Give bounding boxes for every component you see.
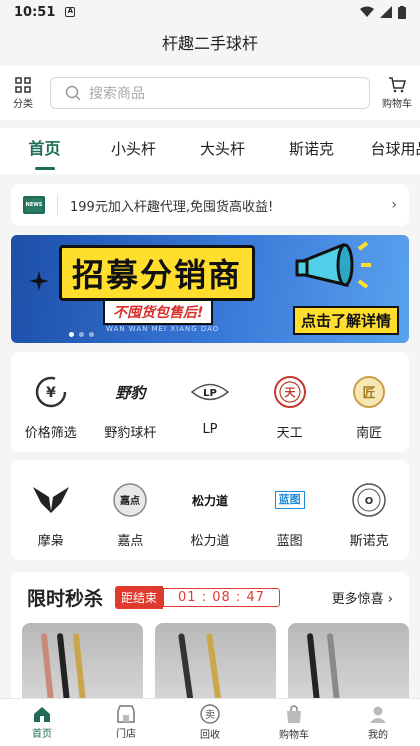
cart-label: 购物车: [382, 98, 412, 110]
divider: [57, 195, 58, 215]
tiangong-logo: 天: [268, 370, 312, 414]
price-filter-icon: ¥: [29, 370, 73, 414]
banner-title: 招募分销商: [59, 245, 256, 301]
more-surprises-link[interactable]: 更多惊喜 ›: [332, 588, 393, 607]
page-title: 杆趣二手球杆: [0, 24, 420, 64]
megaphone-icon: [295, 241, 371, 289]
banner-subtitle: 不囤货包售后!: [103, 299, 214, 325]
search-input[interactable]: 搜索商品: [50, 77, 370, 109]
notification-icon: A: [65, 7, 76, 17]
brand-label: 天工: [276, 426, 303, 441]
brand-label: 松力道: [190, 534, 230, 549]
countdown-timer: 01 : 08 : 47: [163, 588, 280, 607]
sell-icon: 卖: [200, 704, 220, 724]
home-icon: [34, 707, 50, 722]
star-icon: [29, 271, 49, 291]
category-tabs: 首页 小头杆 大头杆 斯诺克 台球用品: [0, 128, 420, 174]
carousel-dots: [69, 332, 94, 337]
tabbar-cart[interactable]: 购物车: [252, 699, 336, 746]
moxiao-logo: [29, 478, 73, 522]
brand-label: 嘉点: [117, 534, 144, 549]
brand-label: 摩枭: [37, 534, 64, 549]
chevron-right-icon: ›: [391, 197, 397, 213]
banner-cta[interactable]: 点击了解详情: [292, 306, 399, 335]
search-row: 分类 搜索商品 购物车: [0, 66, 420, 120]
brand-lp[interactable]: LP LP: [172, 370, 248, 441]
search-icon: [65, 85, 81, 101]
promo-banner[interactable]: 招募分销商 不囤货包售后! WAN WAN MEI XIANG DAO 点击了解…: [11, 235, 409, 343]
tabbar-home[interactable]: 首页: [0, 699, 84, 746]
user-icon: [370, 706, 386, 723]
bottom-tab-bar: 首页 门店 卖 回收 购物车 我的: [0, 698, 420, 746]
status-time: 10:51: [14, 4, 56, 20]
brand-label: 野豹球杆: [104, 426, 157, 441]
flash-sale-section: 限时秒杀 距结束 01 : 08 : 47 更多惊喜 ›: [11, 572, 409, 712]
yebao-logo: 野豹: [115, 383, 146, 402]
brand-label: 斯诺克: [349, 534, 389, 549]
brand-lantu[interactable]: 蓝图 蓝图: [252, 478, 328, 549]
wifi-icon: [360, 6, 374, 17]
tabbar-store[interactable]: 门店: [84, 699, 168, 746]
songlidao-logo: 松力道: [191, 493, 228, 508]
brand-label: 南匠: [356, 426, 383, 441]
tab-snooker[interactable]: 斯诺克: [267, 128, 356, 174]
lantu-logo: 蓝图: [268, 478, 312, 522]
svg-text:匠: 匠: [363, 386, 376, 401]
notice-text: 199元加入杆趣代理,免囤货高收益!: [70, 199, 274, 215]
svg-text:LP: LP: [203, 388, 217, 399]
cart-button[interactable]: 购物车: [374, 76, 420, 110]
svg-text:O: O: [365, 496, 374, 507]
banner-pinyin: WAN WAN MEI XIANG DAO: [106, 325, 220, 333]
brand-label: LP: [202, 422, 218, 437]
signal-icon: [380, 6, 392, 18]
grid-icon: [15, 76, 31, 93]
flash-sale-title: 限时秒杀: [27, 588, 104, 610]
cart-icon: [389, 76, 406, 92]
jiadian-logo: 嘉点: [108, 478, 152, 522]
brand-grid-1: ¥ 价格筛选 野豹 野豹球杆 LP LP 天 天工 匠 南匠: [11, 352, 409, 452]
brand-snooker[interactable]: O 斯诺克: [331, 478, 407, 549]
brand-yebao[interactable]: 野豹 野豹球杆: [92, 370, 168, 442]
bag-icon: [287, 705, 301, 723]
brand-jiadian[interactable]: 嘉点 嘉点: [92, 478, 168, 549]
status-icons: [360, 5, 406, 19]
tab-accessories[interactable]: 台球用品: [356, 128, 420, 174]
store-icon: [117, 705, 135, 723]
tab-home[interactable]: 首页: [0, 128, 89, 174]
battery-icon: [398, 5, 406, 19]
brand-grid-2: 摩枭 嘉点 嘉点 松力道 松力道 蓝图 蓝图 O 斯诺克: [11, 460, 409, 560]
tab-large-tip[interactable]: 大头杆: [178, 128, 267, 174]
svg-text:卖: 卖: [205, 709, 215, 721]
brand-tiangong[interactable]: 天 天工: [252, 370, 328, 441]
brand-label: 价格筛选: [24, 426, 77, 441]
nanjiang-logo: 匠: [347, 370, 391, 414]
brand-songlidao[interactable]: 松力道 松力道: [172, 478, 248, 550]
category-button[interactable]: 分类: [0, 76, 46, 110]
countdown-label: 距结束: [115, 586, 164, 609]
brand-moxiao[interactable]: 摩枭: [13, 478, 89, 549]
snooker-logo: O: [347, 478, 391, 522]
tabbar-mine[interactable]: 我的: [336, 699, 420, 746]
tab-small-tip[interactable]: 小头杆: [89, 128, 178, 174]
svg-text:嘉点: 嘉点: [119, 494, 140, 507]
search-placeholder: 搜索商品: [89, 86, 145, 102]
category-label: 分类: [13, 98, 33, 110]
svg-text:¥: ¥: [46, 385, 56, 401]
svg-text:天: 天: [284, 386, 296, 399]
notice-bar[interactable]: NEWS 199元加入杆趣代理,免囤货高收益! ›: [11, 184, 409, 226]
news-icon: NEWS: [23, 196, 45, 214]
status-bar: 10:51 A: [0, 0, 420, 24]
tabbar-recycle[interactable]: 卖 回收: [168, 699, 252, 746]
brand-price-filter[interactable]: ¥ 价格筛选: [13, 370, 89, 441]
lp-logo: LP: [188, 370, 232, 414]
brand-nanjiang[interactable]: 匠 南匠: [331, 370, 407, 441]
brand-label: 蓝图: [276, 534, 303, 549]
